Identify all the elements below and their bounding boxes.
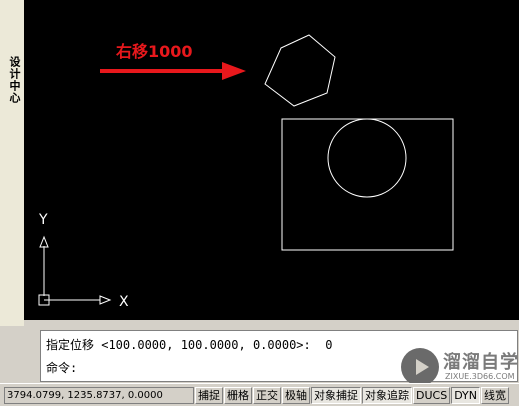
watermark-play-icon — [401, 348, 439, 386]
command-history[interactable]: 指定位移 <100.0000, 100.0000, 0.0000>: 0 命令:… — [40, 330, 519, 386]
drawing-canvas[interactable]: Y X 右移1000 — [24, 0, 519, 320]
command-window: 指定位移 <100.0000, 100.0000, 0.0000>: 0 命令:… — [24, 320, 519, 386]
palette-title: 设计中心 — [8, 56, 21, 104]
status-bar: 3794.0799, 1235.8737, 0.0000 捕捉 栅格 正交 极轴… — [0, 383, 519, 406]
toggle-ducs[interactable]: DUCS — [413, 387, 451, 404]
coordinate-readout[interactable]: 3794.0799, 1235.8737, 0.0000 — [4, 387, 194, 404]
ucs-icon — [38, 235, 112, 306]
drawing-svg: Y X — [38, 34, 454, 310]
rectangle-shape[interactable] — [281, 118, 454, 251]
design-center-palette[interactable]: 设计中心 — [0, 0, 25, 326]
ucs-x-label: X — [119, 294, 129, 310]
move-annotation: 右移1000 — [116, 42, 193, 61]
toggle-lineweight[interactable]: 线宽 — [481, 387, 510, 404]
toggle-osnap[interactable]: 对象捕捉 — [311, 387, 361, 404]
toggle-polar[interactable]: 极轴 — [282, 387, 310, 404]
watermark-title: 溜溜自学 — [443, 352, 519, 373]
toggle-snap[interactable]: 捕捉 — [195, 387, 223, 404]
annotation-arrow — [100, 62, 246, 80]
watermark-url: ZIXUE.3D66.COM — [445, 372, 515, 381]
toggle-dyn[interactable]: DYN — [451, 387, 481, 404]
command-prompt[interactable]: 命令: — [46, 359, 77, 376]
ucs-y-label: Y — [38, 212, 48, 228]
toggle-grid[interactable]: 栅格 — [224, 387, 252, 404]
drafting-toggles: 捕捉 栅格 正交 极轴 对象捕捉 对象追踪 DUCS DYN 线宽 — [195, 387, 510, 404]
hexagon-shape[interactable] — [264, 34, 336, 107]
toggle-ortho[interactable]: 正交 — [253, 387, 281, 404]
command-history-line: 指定位移 <100.0000, 100.0000, 0.0000>: 0 — [46, 338, 333, 352]
circle-shape[interactable] — [327, 118, 407, 198]
toggle-otrack[interactable]: 对象追踪 — [362, 387, 412, 404]
